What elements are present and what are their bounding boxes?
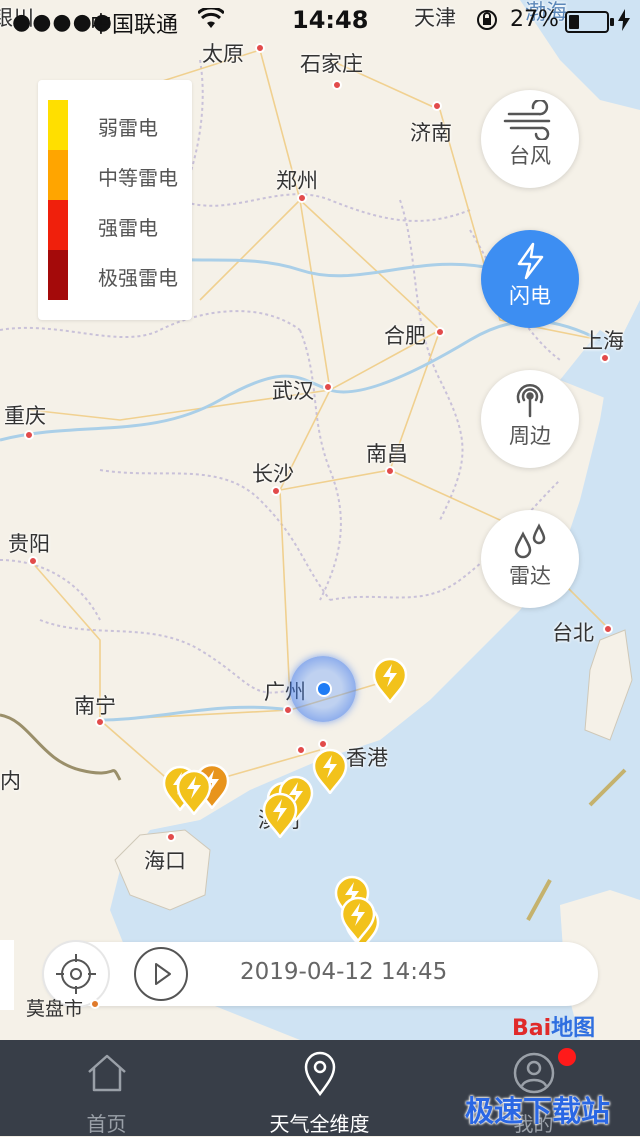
tab-label: 天气全维度 bbox=[269, 1112, 370, 1136]
city-label: 香港 bbox=[346, 746, 388, 770]
city-dot bbox=[323, 382, 333, 392]
home-icon bbox=[86, 1050, 128, 1096]
nearby-button[interactable]: 周边 bbox=[481, 370, 579, 468]
typhoon-button[interactable]: 台风 bbox=[481, 90, 579, 188]
city-label: 南昌 bbox=[366, 442, 408, 466]
city-dot bbox=[28, 556, 38, 566]
lightning-marker[interactable] bbox=[372, 657, 408, 705]
city-dot bbox=[600, 353, 610, 363]
provider-text: Bai bbox=[512, 1016, 552, 1041]
clock: 14:48 bbox=[292, 6, 369, 34]
lightning-marker[interactable] bbox=[340, 896, 376, 944]
city-dot bbox=[95, 717, 105, 727]
battery-percent: 27% bbox=[510, 7, 559, 32]
rotation-lock-icon bbox=[476, 9, 498, 37]
city-dot bbox=[332, 80, 342, 90]
radar-button[interactable]: 雷达 bbox=[481, 510, 579, 608]
city-label: 台北 bbox=[552, 621, 594, 645]
city-label: 长沙 bbox=[252, 462, 294, 486]
city-label: 莫盘市 bbox=[26, 998, 84, 1020]
city-dot bbox=[603, 624, 613, 634]
city-label: 太原 bbox=[202, 42, 244, 66]
lightning-button[interactable]: 闪电 bbox=[481, 230, 579, 328]
legend-swatch bbox=[48, 150, 68, 200]
city-label: 上海 bbox=[582, 329, 624, 353]
legend-label: 弱雷电 bbox=[98, 116, 158, 140]
city-label: 南宁 bbox=[74, 694, 116, 718]
map-pin-icon bbox=[299, 1050, 341, 1097]
city-dot bbox=[255, 43, 265, 53]
tab-home[interactable]: 首页 bbox=[0, 1040, 213, 1136]
legend-item: 极强雷电 bbox=[48, 250, 188, 300]
map-edge-control bbox=[0, 940, 14, 1010]
play-button[interactable] bbox=[134, 947, 188, 1001]
carrier-name: 中国联通 bbox=[90, 13, 179, 38]
legend-label: 中等雷电 bbox=[98, 166, 178, 190]
lightning-label: 闪电 bbox=[509, 284, 551, 308]
raindrops-icon bbox=[481, 520, 579, 560]
play-icon bbox=[155, 963, 171, 985]
city-dot bbox=[385, 466, 395, 476]
city-dot bbox=[90, 999, 100, 1009]
notification-badge bbox=[558, 1048, 576, 1066]
charging-icon bbox=[618, 9, 630, 37]
status-bar: ●●●●● 中国联通 14:48 27% bbox=[0, 0, 640, 40]
current-location-dot bbox=[316, 681, 332, 697]
city-dot bbox=[24, 430, 34, 440]
legend-swatch bbox=[48, 250, 68, 300]
legend-swatch bbox=[48, 100, 68, 150]
edge-label: 内 bbox=[0, 769, 21, 793]
legend-label: 极强雷电 bbox=[98, 266, 178, 290]
city-dot bbox=[271, 486, 281, 496]
legend-swatch bbox=[48, 200, 68, 250]
legend-item: 中等雷电 bbox=[48, 150, 188, 200]
typhoon-label: 台风 bbox=[509, 144, 551, 168]
city-label: 济南 bbox=[410, 121, 452, 145]
city-label: 海口 bbox=[144, 849, 186, 873]
nearby-label: 周边 bbox=[509, 424, 551, 448]
provider-text-blue: 地图 bbox=[551, 1016, 596, 1041]
city-dot bbox=[296, 745, 306, 755]
city-dot bbox=[297, 193, 307, 203]
lightning-legend: 弱雷电 中等雷电 强雷电 极强雷电 bbox=[38, 80, 192, 320]
lightning-marker[interactable] bbox=[312, 748, 348, 796]
playback-timestamp: 2019-04-12 14:45 bbox=[240, 959, 448, 985]
legend-item: 强雷电 bbox=[48, 200, 188, 250]
city-label: 武汉 bbox=[272, 379, 314, 403]
city-dot bbox=[435, 327, 445, 337]
tab-weather[interactable]: 天气全维度 bbox=[213, 1040, 426, 1136]
city-dot bbox=[283, 705, 293, 715]
city-label: 重庆 bbox=[4, 404, 46, 428]
time-playback-bar: 2019-04-12 14:45 bbox=[44, 942, 598, 1006]
city-dot bbox=[432, 101, 442, 111]
tab-label: 首页 bbox=[86, 1112, 127, 1136]
map-provider-logo: Bai地图 bbox=[512, 1010, 595, 1042]
lightning-icon bbox=[481, 240, 579, 280]
watermark: 极速下载站 bbox=[465, 1094, 611, 1128]
lightning-marker[interactable] bbox=[176, 769, 212, 817]
antenna-icon bbox=[481, 380, 579, 420]
city-dot bbox=[166, 832, 176, 842]
wind-icon bbox=[481, 98, 579, 142]
battery-icon bbox=[565, 11, 614, 33]
wifi-icon bbox=[196, 6, 226, 36]
city-label: 贵阳 bbox=[8, 532, 50, 556]
lightning-marker[interactable] bbox=[262, 792, 298, 840]
city-label: 石家庄 bbox=[300, 52, 363, 76]
radar-label: 雷达 bbox=[509, 564, 551, 588]
legend-item: 弱雷电 bbox=[48, 100, 188, 150]
city-label: 郑州 bbox=[276, 169, 318, 193]
legend-label: 强雷电 bbox=[98, 216, 158, 240]
city-label: 合肥 bbox=[384, 324, 426, 348]
